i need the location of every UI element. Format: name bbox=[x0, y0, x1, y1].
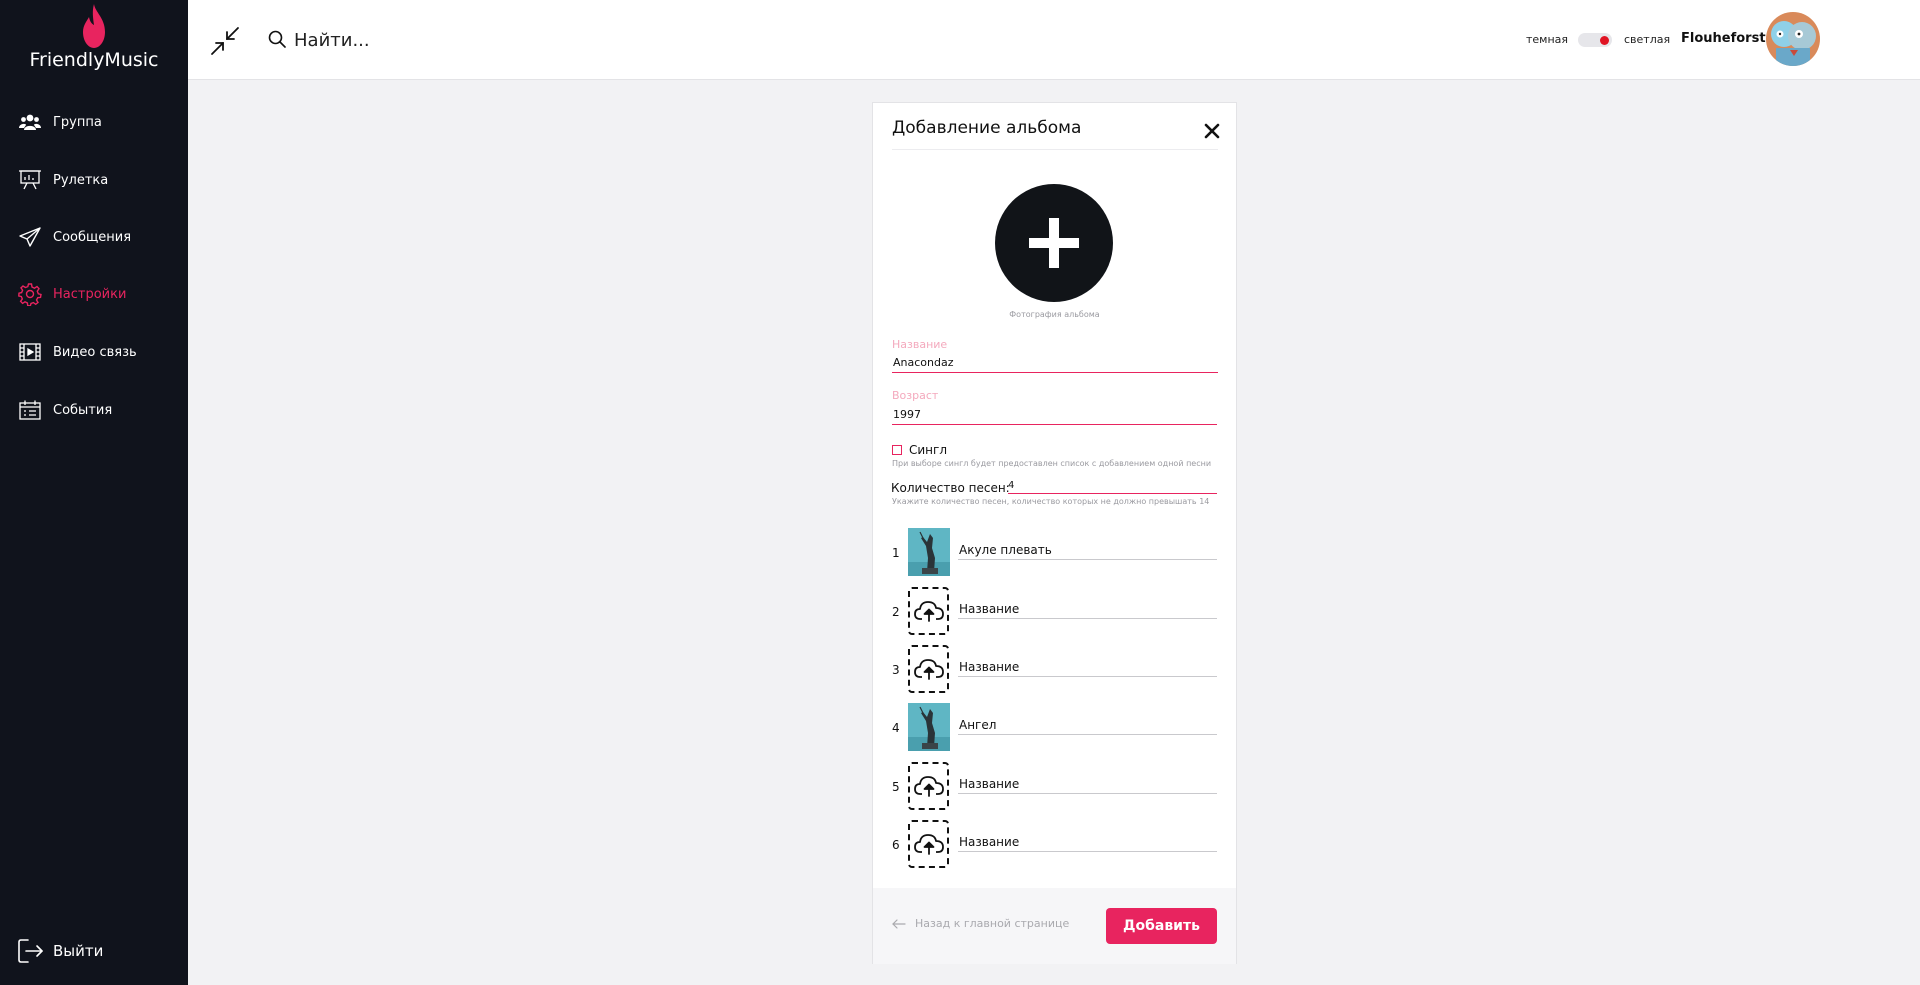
add-album-button[interactable]: Добавить bbox=[1106, 908, 1217, 944]
theme-toggle[interactable] bbox=[1578, 33, 1612, 47]
song-count-label: Количество песен: bbox=[891, 481, 1010, 495]
theme-light-label: светлая bbox=[1624, 33, 1671, 46]
song-row: 3 bbox=[873, 645, 1236, 695]
single-label: Сингл bbox=[909, 443, 947, 457]
song-row: 2 bbox=[873, 587, 1236, 637]
cloud-upload-icon bbox=[913, 834, 944, 855]
sidebar-item-events[interactable]: События bbox=[0, 388, 188, 432]
song-number: 1 bbox=[892, 546, 900, 560]
name-field-label: Название bbox=[892, 338, 948, 351]
sidebar-item-label: События bbox=[53, 402, 113, 418]
sidebar-item-label: Видео связь bbox=[53, 344, 137, 360]
flame-icon bbox=[83, 4, 105, 48]
single-checkbox[interactable] bbox=[892, 445, 902, 455]
logout-icon bbox=[18, 938, 44, 968]
song-title-input[interactable] bbox=[958, 832, 1217, 852]
paper-plane-icon bbox=[18, 225, 42, 249]
logout-button[interactable]: Выйти bbox=[0, 930, 188, 972]
song-row: 5 bbox=[873, 762, 1236, 812]
song-cover-image[interactable] bbox=[908, 703, 950, 751]
cloud-upload-icon bbox=[913, 659, 944, 680]
song-cover-upload[interactable] bbox=[908, 820, 949, 868]
song-cover-image[interactable] bbox=[908, 528, 950, 576]
song-number: 4 bbox=[892, 721, 900, 735]
collapse-arrows-icon bbox=[211, 27, 239, 55]
gear-icon bbox=[18, 282, 42, 306]
users-icon bbox=[18, 110, 42, 134]
modal-divider bbox=[892, 149, 1218, 150]
presentation-icon bbox=[18, 168, 42, 192]
logout-label: Выйти bbox=[53, 942, 104, 960]
username[interactable]: Flouheforst bbox=[1681, 31, 1766, 46]
back-to-main-link[interactable]: Назад к главной странице bbox=[892, 917, 1069, 930]
sidebar-item-label: Настройки bbox=[53, 286, 127, 302]
album-photo-caption: Фотография альбома bbox=[1009, 310, 1100, 319]
album-photo-upload-button[interactable] bbox=[995, 184, 1113, 302]
song-title-input[interactable] bbox=[958, 657, 1217, 677]
sidebar-item-settings[interactable]: Настройки bbox=[0, 272, 188, 316]
app-name: FriendlyMusic bbox=[29, 49, 159, 71]
close-button[interactable] bbox=[1202, 121, 1222, 141]
single-hint: При выборе сингл будет предоставлен спис… bbox=[892, 459, 1212, 468]
modal-footer: Назад к главной странице Добавить bbox=[873, 888, 1236, 964]
sidebar-item-messages[interactable]: Сообщения bbox=[0, 215, 188, 259]
song-title-input[interactable] bbox=[958, 599, 1217, 619]
sidebar-item-video-call[interactable]: Видео связь bbox=[0, 330, 188, 374]
calendar-list-icon bbox=[18, 398, 42, 422]
song-title-input[interactable] bbox=[958, 715, 1217, 735]
sidebar-item-group[interactable]: Группа bbox=[0, 100, 188, 144]
song-title-input[interactable] bbox=[958, 774, 1217, 794]
cloud-upload-icon bbox=[913, 776, 944, 797]
album-name-field[interactable] bbox=[892, 353, 1218, 373]
modal-title: Добавление альбома bbox=[892, 118, 1082, 138]
song-number: 2 bbox=[892, 605, 900, 619]
song-number: 6 bbox=[892, 838, 900, 852]
theme-toggle-knob bbox=[1600, 36, 1609, 45]
film-icon bbox=[18, 340, 42, 364]
song-title-input[interactable] bbox=[958, 540, 1217, 560]
sidebar-item-label: Сообщения bbox=[53, 229, 132, 245]
sidebar-item-label: Рулетка bbox=[53, 172, 109, 188]
sidebar-item-label: Группа bbox=[53, 114, 102, 130]
sidebar-item-roulette[interactable]: Рулетка bbox=[0, 158, 188, 202]
search-icon bbox=[268, 30, 286, 48]
song-cover-upload[interactable] bbox=[908, 762, 949, 810]
add-album-modal: Добавление альбома Фотография альбома На… bbox=[872, 102, 1237, 964]
album-age-field[interactable] bbox=[892, 405, 1217, 425]
app-logo[interactable]: FriendlyMusic bbox=[0, 0, 188, 80]
song-count-input[interactable] bbox=[1008, 477, 1217, 494]
collapse-button[interactable] bbox=[210, 26, 240, 56]
cloud-upload-icon bbox=[913, 601, 944, 622]
sidebar: FriendlyMusic Группа Рулетка Сообщения Н… bbox=[0, 0, 188, 985]
song-number: 5 bbox=[892, 780, 900, 794]
arrow-left-icon bbox=[892, 918, 906, 929]
song-cover-upload[interactable] bbox=[908, 645, 949, 693]
avatar[interactable] bbox=[1766, 12, 1820, 66]
age-field-label: Возраст bbox=[892, 389, 939, 402]
song-number: 3 bbox=[892, 663, 900, 677]
back-link-label: Назад к главной странице bbox=[915, 917, 1070, 930]
top-header: темная светлая Flouheforst bbox=[188, 0, 1920, 80]
song-row: 4 bbox=[873, 703, 1236, 753]
song-row: 6 bbox=[873, 820, 1236, 870]
song-count-hint: Укажите количество песен, количество кот… bbox=[892, 497, 1210, 506]
close-icon bbox=[1204, 123, 1220, 139]
search-input[interactable] bbox=[294, 25, 614, 55]
song-cover-upload[interactable] bbox=[908, 587, 949, 635]
song-row: 1 bbox=[873, 528, 1236, 578]
plus-icon bbox=[1029, 218, 1079, 268]
theme-dark-label: темная bbox=[1526, 33, 1569, 46]
